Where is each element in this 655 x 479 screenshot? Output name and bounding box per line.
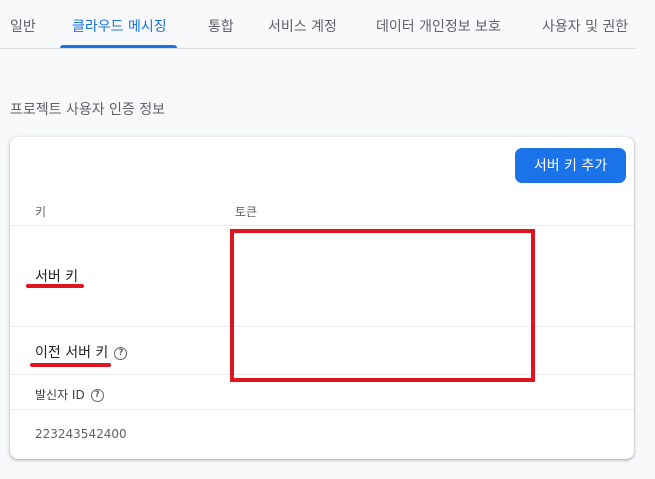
sender-id-label: 발신자 ID bbox=[35, 388, 85, 402]
tab-service-accounts[interactable]: 서비스 계정 bbox=[268, 16, 337, 36]
previous-server-key-row: 이전 서버 키? bbox=[35, 342, 128, 362]
token-redaction-box bbox=[230, 229, 535, 382]
previous-server-key-label: 이전 서버 키 bbox=[35, 345, 109, 361]
help-circle-icon[interactable]: ? bbox=[90, 389, 104, 402]
column-header-token: 토큰 bbox=[235, 205, 258, 219]
tab-general[interactable]: 일반 bbox=[10, 16, 36, 36]
active-tab-indicator bbox=[60, 45, 177, 48]
server-key-label: 서버 키 bbox=[35, 269, 79, 285]
annotation-underline bbox=[26, 284, 84, 288]
tab-bar: 일반 클라우드 메시징 통합 서비스 계정 데이터 개인정보 보호 사용자 및 … bbox=[0, 0, 635, 49]
add-server-key-button[interactable]: 서버 키 추가 bbox=[515, 148, 626, 183]
tab-data-privacy[interactable]: 데이터 개인정보 보호 bbox=[376, 16, 501, 36]
tab-cloud-messaging[interactable]: 클라우드 메시징 bbox=[72, 16, 167, 36]
column-header-key: 키 bbox=[35, 205, 47, 219]
tab-integrations[interactable]: 통합 bbox=[208, 16, 234, 36]
section-title: 프로젝트 사용자 인증 정보 bbox=[10, 102, 166, 118]
credentials-card: 서버 키 추가 키 토큰 서버 키 이전 서버 키? 발신자 ID? 22324… bbox=[10, 137, 634, 459]
help-circle-icon[interactable]: ? bbox=[114, 346, 128, 360]
row-divider bbox=[10, 225, 634, 226]
sender-id-value: 223243542400 bbox=[35, 427, 127, 441]
row-divider bbox=[10, 409, 634, 410]
sender-id-row: 발신자 ID? bbox=[35, 386, 104, 403]
tab-users-permissions[interactable]: 사용자 및 권한 bbox=[542, 16, 628, 36]
annotation-underline bbox=[30, 363, 111, 367]
